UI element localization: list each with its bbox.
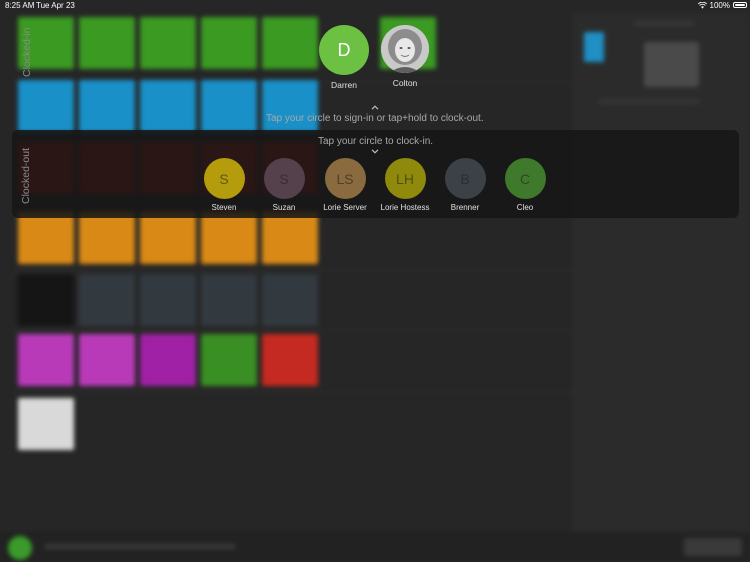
tile[interactable] <box>18 80 74 132</box>
clocked-in-label: Clocked-in <box>21 27 33 77</box>
staff-initials: S <box>219 170 229 187</box>
side-panel <box>573 12 750 562</box>
chevron-up-icon[interactable] <box>371 105 379 110</box>
staff-avatar-colton[interactable]: Colton <box>380 25 430 88</box>
staff-initials: C <box>519 170 531 187</box>
tile[interactable] <box>18 398 74 450</box>
tile[interactable] <box>79 212 135 264</box>
staff-avatar-lorie-hostess[interactable]: LH Lorie Hostess <box>375 158 435 212</box>
staff-circle[interactable]: LS <box>324 158 366 199</box>
staff-name: Suzan <box>272 203 296 212</box>
tile[interactable] <box>140 17 196 69</box>
status-right: 100% <box>697 1 730 10</box>
tile[interactable] <box>201 80 257 132</box>
staff-initials: D <box>337 39 351 60</box>
tile[interactable] <box>140 274 196 326</box>
tile[interactable] <box>79 334 135 386</box>
staff-initials: LS <box>336 170 354 187</box>
tile[interactable] <box>140 334 196 386</box>
status-date: Tue Apr 23 <box>36 1 75 10</box>
tile[interactable] <box>262 17 318 69</box>
tile[interactable] <box>140 212 196 264</box>
tile[interactable] <box>79 80 135 132</box>
side-panel-line <box>599 100 699 103</box>
tile[interactable] <box>201 212 257 264</box>
tile[interactable] <box>140 80 196 132</box>
staff-name: Colton <box>392 78 418 88</box>
tile[interactable] <box>18 334 74 386</box>
tile[interactable] <box>201 17 257 69</box>
staff-avatar-brenner[interactable]: B Brenner <box>435 158 495 212</box>
bottom-bar <box>0 532 750 562</box>
status-time: 8:25 AM <box>5 1 35 10</box>
staff-name: Lorie Server <box>323 203 367 212</box>
background-app <box>0 12 750 562</box>
clocked-out-hint: Tap your circle to clock-in. <box>318 136 434 147</box>
clocked-in-hint: Tap your circle to sign-in or tap+hold t… <box>266 113 484 124</box>
staff-name: Cleo <box>516 203 534 212</box>
side-panel-line <box>634 22 694 25</box>
tile[interactable] <box>262 274 318 326</box>
staff-avatar-darren[interactable]: D Darren <box>319 25 369 90</box>
tile[interactable] <box>201 334 257 386</box>
bottom-search[interactable] <box>45 544 235 549</box>
tile[interactable] <box>262 212 318 264</box>
tile[interactable] <box>262 80 318 132</box>
staff-name: Darren <box>331 80 357 90</box>
staff-circle[interactable]: LH <box>384 158 426 199</box>
staff-circle[interactable]: S <box>263 158 305 199</box>
row-divider <box>12 270 572 271</box>
staff-avatar-cleo[interactable]: C Cleo <box>495 158 555 212</box>
bottom-add-button[interactable] <box>8 536 32 560</box>
side-panel-swatch <box>584 32 604 62</box>
staff-avatar-lorie-server[interactable]: LS Lorie Server <box>314 158 376 212</box>
tile[interactable] <box>79 17 135 69</box>
staff-circle[interactable]: B <box>444 158 486 199</box>
wifi-icon <box>697 2 707 9</box>
staff-name: Steven <box>211 203 237 212</box>
staff-avatar-steven[interactable]: S Steven <box>194 158 254 212</box>
staff-avatar-suzan[interactable]: S Suzan <box>254 158 314 212</box>
tile[interactable] <box>18 274 74 326</box>
staff-initials: LH <box>396 170 414 187</box>
battery-percent: 100% <box>709 1 730 10</box>
clocked-out-label: Clocked-out <box>20 147 32 204</box>
staff-circle[interactable]: D <box>319 25 369 75</box>
profile-photo-icon <box>381 25 429 73</box>
staff-circle[interactable]: C <box>504 158 546 199</box>
row-divider <box>12 392 572 393</box>
side-panel-preview <box>644 42 699 87</box>
staff-name: Brenner <box>450 203 480 212</box>
staff-initials: B <box>460 170 470 187</box>
status-bar: 8:25 AM Tue Apr 23 100% <box>0 0 750 12</box>
tile[interactable] <box>18 212 74 264</box>
bottom-action-button[interactable] <box>684 538 742 556</box>
tile[interactable] <box>201 274 257 326</box>
tile[interactable] <box>79 274 135 326</box>
tile[interactable] <box>262 334 318 386</box>
staff-photo[interactable] <box>381 25 429 73</box>
staff-name: Lorie Hostess <box>380 203 430 212</box>
chevron-down-icon[interactable] <box>371 149 379 154</box>
row-divider <box>12 330 572 331</box>
staff-initials: S <box>279 170 289 187</box>
battery-icon <box>733 2 747 8</box>
staff-circle[interactable]: S <box>203 158 245 199</box>
